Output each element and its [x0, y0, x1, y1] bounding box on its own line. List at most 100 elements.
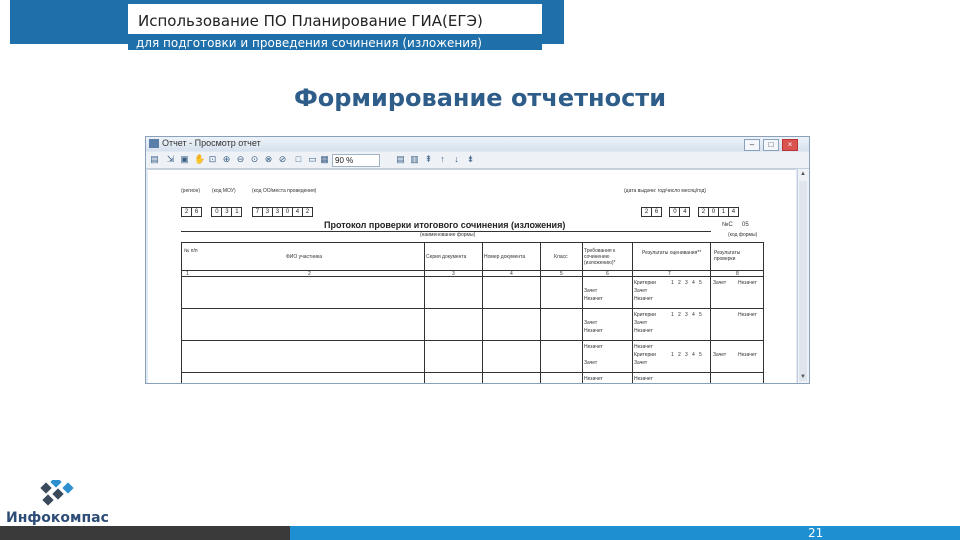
select-icon[interactable]: ⊡ — [208, 155, 217, 164]
col-number: 2 — [308, 271, 311, 277]
date-cell: 4 — [679, 207, 691, 217]
code-cells-left: 26 031 733042 — [181, 200, 313, 217]
col-header-class: Класс — [554, 254, 568, 260]
criteria-number: 5 — [699, 280, 702, 286]
vertical-scrollbar[interactable]: ▲ ▼ — [797, 169, 809, 383]
row-border — [181, 308, 763, 309]
prev-page-icon[interactable]: ↑ — [438, 155, 447, 164]
zoom-select[interactable]: 90 % — [332, 154, 380, 167]
form-code-label: №С — [722, 222, 733, 228]
zoom-fit-icon[interactable]: ⊙ — [250, 155, 259, 164]
col-number: 3 — [452, 271, 455, 277]
header-title: Использование ПО Планирование ГИА(ЕГЭ) — [138, 12, 483, 30]
criteria-number: 4 — [692, 352, 695, 358]
criteria-label: Критерии — [634, 312, 656, 318]
table-col-line — [632, 242, 633, 383]
table-col-line — [763, 242, 764, 383]
multi-page-icon[interactable]: ▦ — [320, 155, 329, 164]
col-header-fio: ФИО участника — [286, 254, 322, 260]
criteria-number: 2 — [678, 280, 681, 286]
code-cell: 6 — [191, 207, 202, 217]
view-icon[interactable]: ▤ — [396, 155, 405, 164]
page-number: 21 — [808, 526, 824, 540]
logo-text: Инфокомпас — [6, 510, 109, 526]
result-nezachet: Незачет — [738, 352, 757, 358]
table-col-line — [540, 242, 541, 383]
result-zachet: Зачет — [713, 280, 727, 286]
res-zachet: Зачет — [634, 320, 648, 326]
report-window: Отчет - Просмотр отчет – □ × ▤ ⇲ ▣ ✋ ⊡ ⊕… — [145, 136, 810, 384]
first-page-icon[interactable]: ⇞ — [424, 155, 433, 164]
header-subtitle: для подготовки и проведения сочинения (и… — [136, 36, 482, 50]
maximize-button[interactable]: □ — [763, 139, 779, 151]
window-app-icon — [149, 139, 159, 148]
result-zachet: Зачет — [713, 352, 727, 358]
minimize-button[interactable]: – — [744, 139, 760, 151]
req-zachet: Зачет — [584, 360, 598, 366]
next-page-icon[interactable]: ↓ — [452, 155, 461, 164]
col-number: 8 — [736, 271, 739, 277]
zoom-width-icon[interactable]: ⊗ — [264, 155, 273, 164]
title-underline — [181, 231, 711, 232]
criteria-number: 5 — [699, 312, 702, 318]
table-col-line — [424, 242, 425, 383]
zoom-in-icon[interactable]: ⊕ — [222, 155, 231, 164]
date-cell: 4 — [727, 207, 739, 217]
criteria-number: 3 — [685, 352, 688, 358]
last-page-icon[interactable]: ⇟ — [466, 155, 475, 164]
print-icon[interactable]: ▤ — [150, 155, 159, 164]
col-header-results: Результаты оценивания** — [642, 250, 702, 256]
col-number: 6 — [606, 271, 609, 277]
zoom-page-icon[interactable]: ⊘ — [278, 155, 287, 164]
two-page-icon[interactable]: ▭ — [308, 155, 317, 164]
save-icon[interactable]: ▣ — [180, 155, 189, 164]
single-page-icon[interactable]: □ — [294, 155, 303, 164]
table-numbers-border — [181, 276, 763, 277]
mou-label: (код МОУ) — [212, 188, 236, 194]
col-number: 4 — [510, 271, 513, 277]
criteria-number: 2 — [678, 352, 681, 358]
col-header-check: Результаты проверки — [714, 250, 741, 262]
result-nezachet: Незачет — [738, 280, 757, 286]
criteria-number: 5 — [699, 352, 702, 358]
scroll-down-icon[interactable]: ▼ — [799, 373, 807, 381]
criteria-number: 1 — [671, 280, 674, 286]
zoom-out-icon[interactable]: ⊖ — [236, 155, 245, 164]
window-titlebar[interactable]: Отчет - Просмотр отчет – □ × — [146, 137, 809, 151]
header-subtitle-box: для подготовки и проведения сочинения (и… — [128, 36, 542, 50]
req-zachet: Зачет — [584, 288, 598, 294]
hand-icon[interactable]: ✋ — [194, 155, 205, 164]
criteria-label: Критерии — [634, 352, 656, 358]
table-col-line — [710, 242, 711, 383]
close-button[interactable]: × — [782, 139, 798, 151]
table-col-line — [582, 242, 583, 383]
res-nezachet: Незачет — [634, 376, 653, 382]
criteria-number: 1 — [671, 312, 674, 318]
criteria-number: 4 — [692, 280, 695, 286]
page-setup-icon[interactable]: ▥ — [410, 155, 419, 164]
scroll-up-icon[interactable]: ▲ — [799, 170, 807, 178]
export-icon[interactable]: ⇲ — [166, 155, 175, 164]
criteria-number: 3 — [685, 312, 688, 318]
place-label: (код ОО/места проведения) — [252, 188, 317, 194]
scroll-thumb[interactable] — [799, 181, 807, 381]
logo-mark-icon — [40, 476, 74, 506]
code-cell: 2 — [301, 207, 313, 217]
col-header-requirements: Требования к сочинению (изложению)* — [584, 248, 616, 266]
criteria-number: 3 — [685, 280, 688, 286]
col-header-num: № п/п — [184, 248, 198, 254]
header-title-box: Использование ПО Планирование ГИА(ЕГЭ) — [128, 4, 542, 34]
slide-title: Формирование отчетности — [293, 84, 667, 112]
region-label: (регион) — [181, 188, 201, 194]
req-nezachet: Незачет — [584, 328, 603, 334]
criteria-number: 1 — [671, 352, 674, 358]
date-cell: 6 — [651, 207, 662, 217]
code-cells-right: 26 04 2014 — [641, 200, 739, 217]
col-header-number: Номер документа — [484, 254, 526, 260]
col-number: 7 — [668, 271, 671, 277]
form-code-hint: (код формы) — [728, 232, 758, 238]
col-number: 5 — [560, 271, 563, 277]
table-col-line — [482, 242, 483, 383]
res-nezachet: Незачет — [634, 328, 653, 334]
window-title: Отчет - Просмотр отчет — [162, 138, 261, 148]
